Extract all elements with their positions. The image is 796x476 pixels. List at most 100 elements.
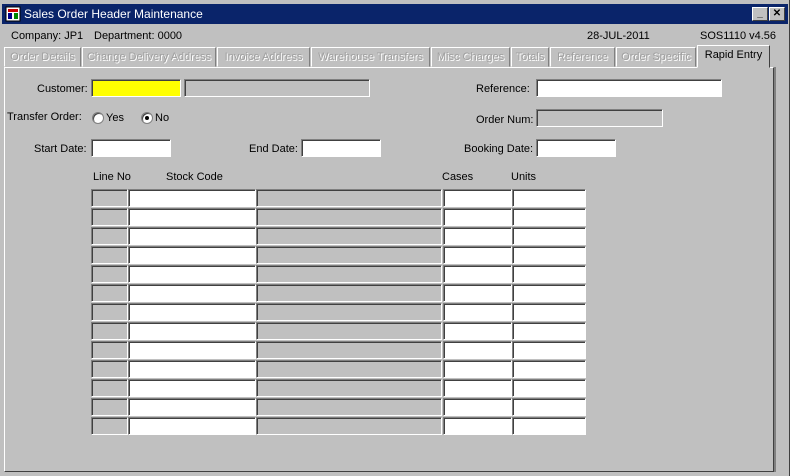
tab-rapid-entry[interactable]: Rapid Entry [697,45,770,68]
description-cell [256,379,442,397]
cases-cell[interactable] [443,189,512,207]
booking-date-label: Booking Date: [464,143,534,155]
stock-code-cell[interactable] [128,265,256,283]
reference-label: Reference: [476,83,530,95]
description-cell [256,208,442,226]
units-cell[interactable] [512,417,586,435]
window-title: Sales Order Header Maintenance [24,7,203,21]
units-cell[interactable] [512,360,586,378]
tab-strip: Order Details Change Delivery Address In… [4,45,780,68]
start-date-label: Start Date: [34,143,87,155]
cases-cell[interactable] [443,265,512,283]
description-cell [256,341,442,359]
line-no-cell [91,284,128,302]
cases-cell[interactable] [443,284,512,302]
tab-misc-charges[interactable]: Misc Charges [431,47,510,67]
units-cell[interactable] [512,284,586,302]
units-cell[interactable] [512,379,586,397]
units-cell[interactable] [512,189,586,207]
col-header-cases: Cases [442,171,474,183]
stock-code-cell[interactable] [128,246,256,264]
end-date-label: End Date: [249,143,298,155]
transfer-no-label[interactable]: No [155,112,169,124]
stock-code-cell[interactable] [128,227,256,245]
title-bar[interactable]: Sales Order Header Maintenance _ ✕ [2,4,788,24]
cases-cell[interactable] [443,341,512,359]
stock-code-cell[interactable] [128,303,256,321]
units-cell[interactable] [512,227,586,245]
cases-cell[interactable] [443,303,512,321]
transfer-no-radio[interactable] [141,112,153,124]
app-window: Sales Order Header Maintenance _ ✕ Compa… [0,0,790,476]
cases-cell[interactable] [443,208,512,226]
end-date-field[interactable] [301,139,381,157]
description-cell [256,246,442,264]
stock-code-cell[interactable] [128,208,256,226]
cases-cell[interactable] [443,379,512,397]
stock-code-cell[interactable] [128,360,256,378]
line-no-cell [91,265,128,283]
description-cell [256,284,442,302]
tab-change-delivery-address[interactable]: Change Delivery Address [82,47,216,67]
program-version: SOS1110 v4.56 [700,30,777,42]
cases-cell[interactable] [443,417,512,435]
description-cell [256,360,442,378]
reference-field[interactable] [536,79,722,97]
minimize-button[interactable]: _ [752,7,768,21]
info-bar: Company: JP1 Department: 0000 28-JUL-201… [2,28,788,44]
cases-cell[interactable] [443,322,512,340]
cases-cell[interactable] [443,360,512,378]
units-cell[interactable] [512,398,586,416]
customer-name-field [184,79,370,97]
description-cell [256,189,442,207]
line-no-cell [91,303,128,321]
stock-code-cell[interactable] [128,189,256,207]
col-header-units: Units [511,171,537,183]
units-cell[interactable] [512,246,586,264]
line-no-cell [91,341,128,359]
cases-cell[interactable] [443,246,512,264]
line-no-cell [91,360,128,378]
line-no-cell [91,379,128,397]
close-button[interactable]: ✕ [769,7,785,21]
line-no-cell [91,246,128,264]
description-cell [256,398,442,416]
line-no-cell [91,417,128,435]
transfer-yes-radio[interactable] [92,112,104,124]
line-no-cell [91,189,128,207]
cases-cell[interactable] [443,398,512,416]
tab-order-specific[interactable]: Order Specific [616,47,696,67]
booking-date-field[interactable] [536,139,616,157]
units-cell[interactable] [512,322,586,340]
tab-totals[interactable]: Totals [511,47,549,67]
cases-cell[interactable] [443,227,512,245]
stock-code-cell[interactable] [128,284,256,302]
stock-code-cell[interactable] [128,398,256,416]
units-cell[interactable] [512,341,586,359]
company-info: Company: JP1 [11,30,84,42]
current-date: 28-JUL-2011 [587,30,650,42]
stock-code-cell[interactable] [128,322,256,340]
tab-reference[interactable]: Reference [550,47,615,67]
transfer-order-label: Transfer Order: [7,111,82,123]
transfer-yes-label[interactable]: Yes [106,112,124,124]
description-cell [256,322,442,340]
line-no-cell [91,208,128,226]
stock-code-cell[interactable] [128,341,256,359]
tab-warehouse-transfers[interactable]: Warehouse Transfers [311,47,430,67]
stock-code-cell[interactable] [128,379,256,397]
units-cell[interactable] [512,208,586,226]
order-num-field [536,109,663,127]
tab-invoice-address[interactable]: Invoice Address [217,47,310,67]
order-num-label: Order Num: [476,114,534,126]
start-date-field[interactable] [91,139,171,157]
radio-selected-dot [145,116,149,120]
units-cell[interactable] [512,265,586,283]
units-cell[interactable] [512,303,586,321]
customer-code-field[interactable] [91,79,181,97]
tab-order-details[interactable]: Order Details [4,47,81,67]
col-header-line-no: Line No [93,171,131,183]
panel-divider [774,67,776,472]
stock-code-cell[interactable] [128,417,256,435]
department-info: Department: 0000 [94,30,183,42]
